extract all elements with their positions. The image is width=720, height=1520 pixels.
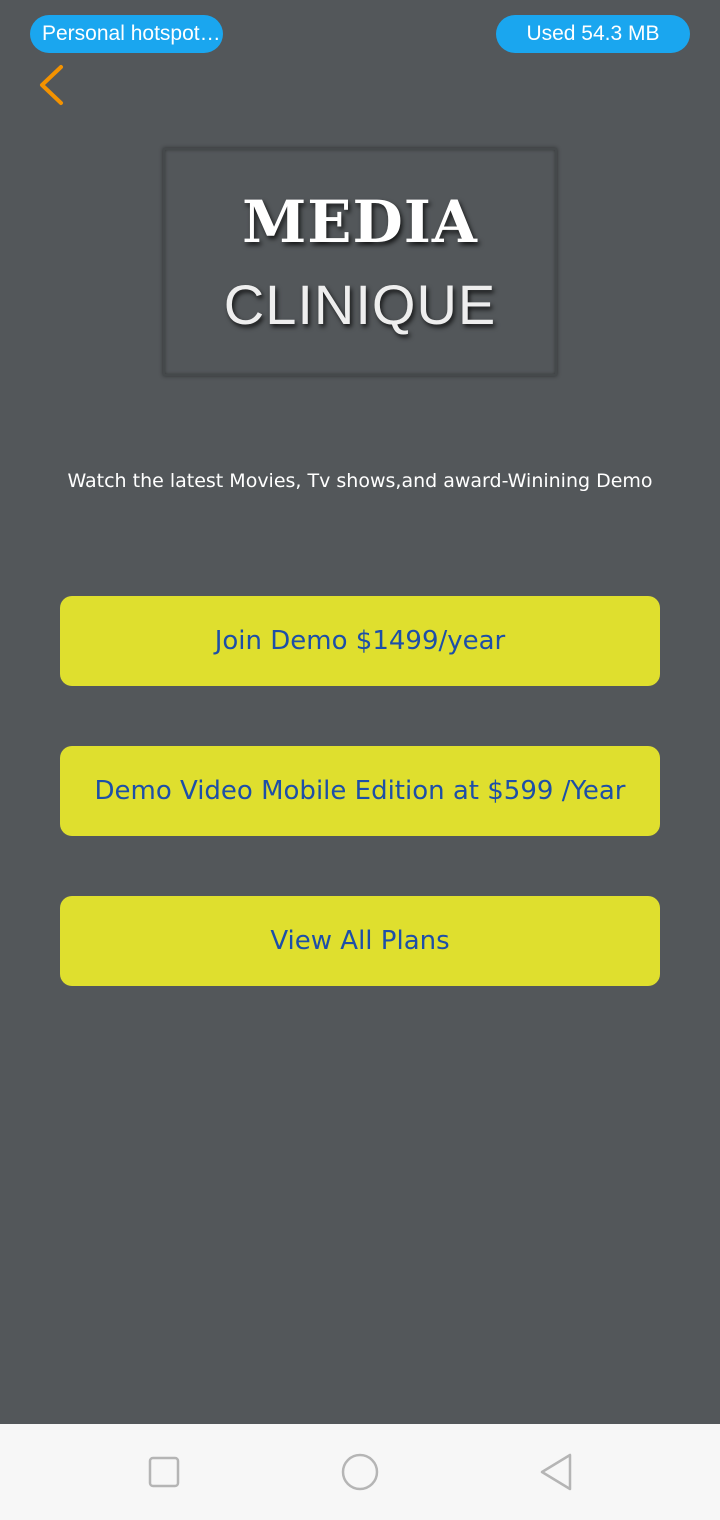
logo-line-clinique: CLINIQUE (223, 273, 497, 336)
logo-line-media: MEDIA (242, 188, 478, 256)
triangle-back-icon (540, 1453, 572, 1491)
system-back-button[interactable] (532, 1448, 580, 1496)
join-demo-button[interactable]: Join Demo $1499/year (60, 596, 660, 686)
chevron-left-icon (40, 65, 63, 105)
recent-apps-button[interactable] (140, 1448, 188, 1496)
home-button[interactable] (336, 1448, 384, 1496)
mobile-edition-button[interactable]: Demo Video Mobile Edition at $599 /Year (60, 746, 660, 836)
media-clinique-logo: MEDIA CLINIQUE (163, 148, 557, 376)
square-icon (148, 1456, 180, 1488)
personal-hotspot-indicator[interactable]: Personal hotspot… (30, 15, 223, 53)
back-button[interactable] (30, 60, 78, 110)
system-navigation-bar (0, 1424, 720, 1520)
data-usage-indicator[interactable]: Used 54.3 MB (496, 15, 690, 53)
circle-icon (341, 1453, 379, 1491)
tagline-text: Watch the latest Movies, Tv shows,and aw… (67, 470, 653, 492)
view-all-plans-button[interactable]: View All Plans (60, 896, 660, 986)
